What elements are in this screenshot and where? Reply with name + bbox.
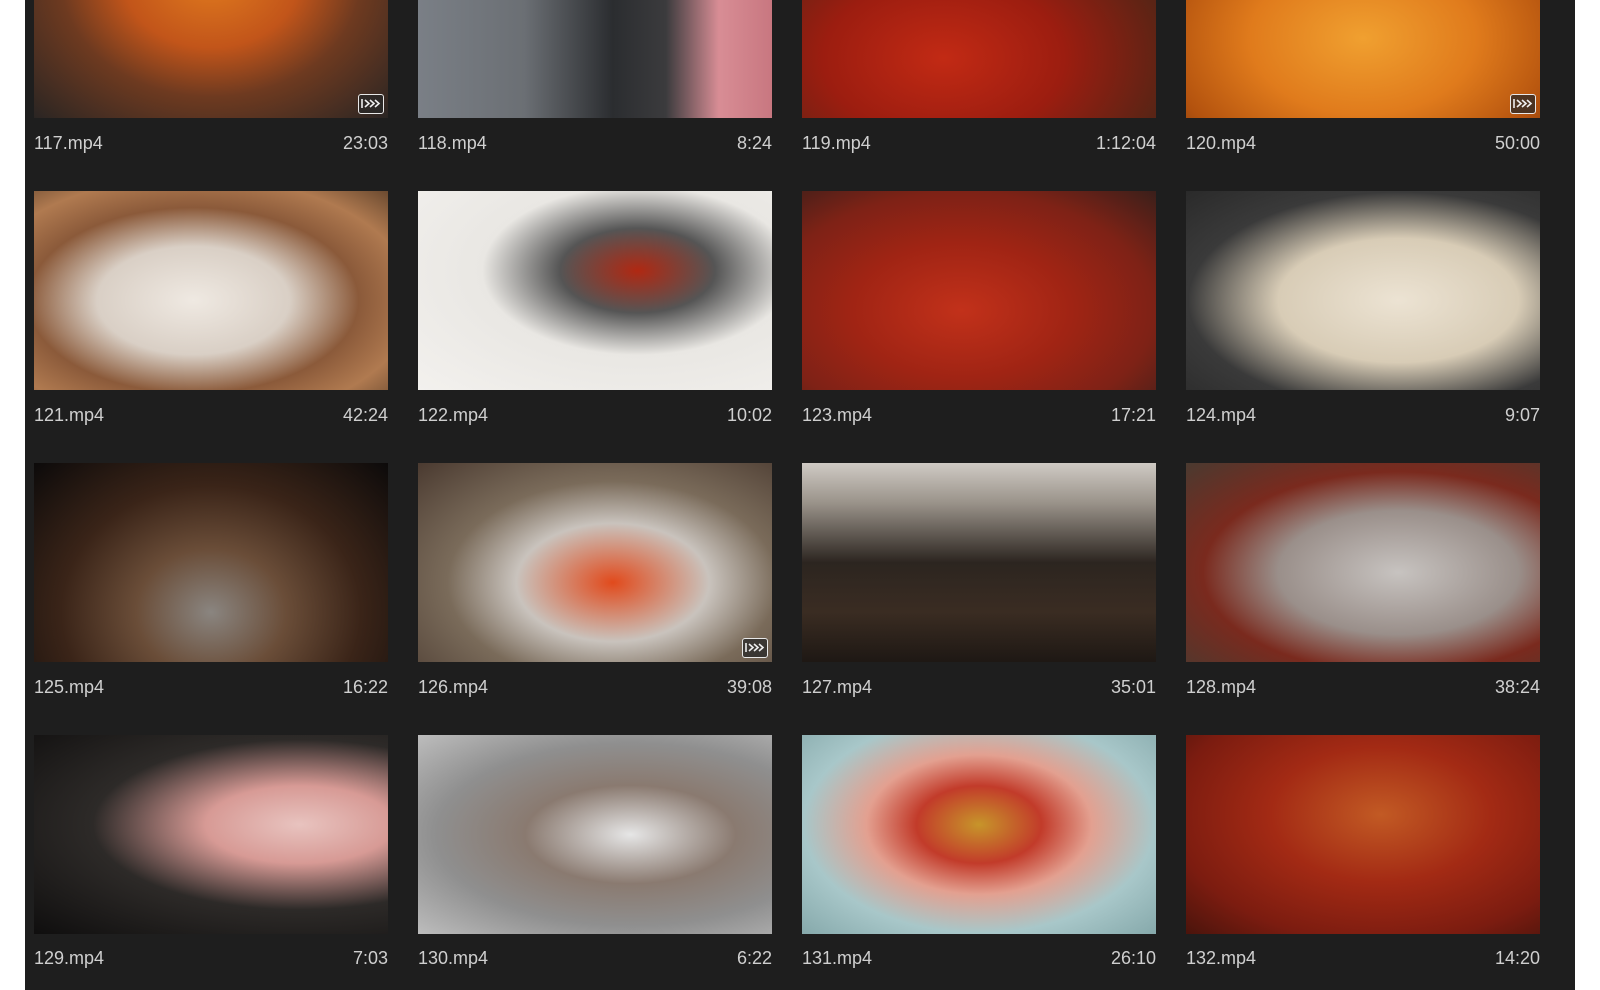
clip-duration: 10:02 (726, 405, 772, 425)
clip-card[interactable]: 126.mp4 39:08 (418, 463, 772, 723)
clip-name: 130.mp4 (418, 948, 489, 968)
clip-duration: 26:10 (1110, 948, 1156, 968)
clip-thumbnail[interactable] (1186, 191, 1540, 390)
clip-thumbnail[interactable] (34, 0, 388, 118)
clip-thumbnail[interactable] (802, 735, 1156, 934)
clip-duration: 16:22 (342, 677, 388, 697)
clip-card[interactable]: 127.mp4 35:01 (802, 463, 1156, 723)
clip-name: 127.mp4 (802, 677, 873, 697)
clip-name: 132.mp4 (1186, 948, 1257, 968)
clip-duration: 6:22 (736, 948, 772, 968)
clip-name: 123.mp4 (802, 405, 873, 425)
speed-audio-icon (1510, 94, 1536, 114)
clip-card[interactable]: 131.mp4 26:10 (802, 735, 1156, 990)
clip-name: 122.mp4 (418, 405, 489, 425)
clip-duration: 50:00 (1494, 133, 1540, 153)
clip-name: 129.mp4 (34, 948, 105, 968)
clip-name: 131.mp4 (802, 948, 873, 968)
clip-duration: 23:03 (342, 133, 388, 153)
clip-duration: 38:24 (1494, 677, 1540, 697)
speed-audio-icon (742, 638, 768, 658)
speed-audio-icon (358, 94, 384, 114)
clip-thumbnail[interactable] (1186, 463, 1540, 662)
clip-card[interactable]: 120.mp4 50:00 (1186, 0, 1540, 179)
clip-name: 126.mp4 (418, 677, 489, 697)
clip-thumbnail[interactable] (802, 463, 1156, 662)
clip-duration: 14:20 (1494, 948, 1540, 968)
clip-card[interactable]: 130.mp4 6:22 (418, 735, 772, 990)
clip-thumbnail[interactable] (34, 191, 388, 390)
clip-card[interactable]: 117.mp4 23:03 (34, 0, 388, 179)
clip-duration: 39:08 (726, 677, 772, 697)
clip-card[interactable]: 123.mp4 17:21 (802, 191, 1156, 451)
clip-thumbnail[interactable] (418, 463, 772, 662)
clip-duration: 42:24 (342, 405, 388, 425)
clip-duration: 8:24 (736, 133, 772, 153)
clip-duration: 7:03 (352, 948, 388, 968)
clip-thumbnail[interactable] (418, 0, 772, 118)
clip-card[interactable]: 128.mp4 38:24 (1186, 463, 1540, 723)
clip-thumbnail[interactable] (1186, 0, 1540, 118)
clip-thumbnail[interactable] (418, 191, 772, 390)
clip-card[interactable]: 119.mp4 1:12:04 (802, 0, 1156, 179)
clip-thumbnail[interactable] (802, 191, 1156, 390)
clip-thumbnail[interactable] (418, 735, 772, 934)
clip-card[interactable]: 121.mp4 42:24 (34, 191, 388, 451)
clip-duration: 35:01 (1110, 677, 1156, 697)
clip-name: 128.mp4 (1186, 677, 1257, 697)
clip-duration: 17:21 (1110, 405, 1156, 425)
clip-name: 124.mp4 (1186, 405, 1257, 425)
clip-thumbnail[interactable] (34, 735, 388, 934)
clip-card[interactable]: 124.mp4 9:07 (1186, 191, 1540, 451)
clip-thumbnail[interactable] (802, 0, 1156, 118)
clip-duration: 9:07 (1504, 405, 1540, 425)
clip-name: 120.mp4 (1186, 133, 1257, 153)
clip-duration: 1:12:04 (1095, 133, 1156, 153)
clip-thumbnail[interactable] (1186, 735, 1540, 934)
clip-name: 119.mp4 (802, 133, 871, 153)
clip-card[interactable]: 132.mp4 14:20 (1186, 735, 1540, 990)
clip-card[interactable]: 125.mp4 16:22 (34, 463, 388, 723)
clip-card[interactable]: 118.mp4 8:24 (418, 0, 772, 179)
clip-name: 117.mp4 (34, 133, 103, 153)
clip-card[interactable]: 122.mp4 10:02 (418, 191, 772, 451)
clip-name: 121.mp4 (34, 405, 105, 425)
clip-name: 118.mp4 (418, 133, 487, 153)
clip-card[interactable]: 129.mp4 7:03 (34, 735, 388, 990)
clip-name: 125.mp4 (34, 677, 105, 697)
media-browser-panel: 117.mp4 23:03 118.mp4 8:24 119.mp4 1:12:… (25, 0, 1575, 990)
clip-thumbnail[interactable] (34, 463, 388, 662)
